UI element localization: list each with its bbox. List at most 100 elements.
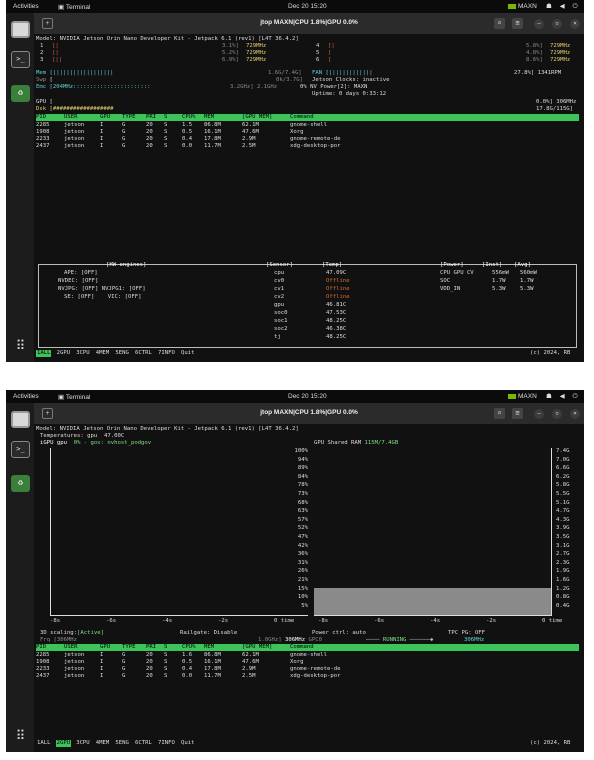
table-row[interactable]: 2233 jetson I G 20 S 0.4 17.8M 2.9M gnome-remote-… <box>36 666 579 673</box>
y-tick-label: 26% <box>297 568 308 575</box>
power-ctrl: Power ctrl: auto <box>312 630 366 636</box>
show-apps-icon[interactable]: ⠿ <box>11 338 30 355</box>
y-tick-label: 73% <box>297 491 308 497</box>
tab-all[interactable]: 1ALL <box>36 350 52 357</box>
search-button[interactable]: ⌕ <box>494 408 505 419</box>
system-tray-icons[interactable]: ☗ ◀ ⏻ <box>546 2 581 11</box>
power-title: [Power] <box>440 262 464 268</box>
tab-gpu[interactable]: 2GPU <box>56 350 71 357</box>
menu-button[interactable]: ≡ <box>512 18 523 29</box>
close-button[interactable]: × <box>570 19 580 29</box>
system-tray-icons[interactable]: ☗ ◀ ⏻ <box>546 392 581 401</box>
process-table-header[interactable]: PID USER GPU TYPE PRI S CPU% MEM [GPU MEM] Comman… <box>36 644 579 651</box>
y-tick-label: 6.2G <box>556 473 570 480</box>
table-row[interactable]: 2233 jetson I G 20 S 0.4 17.8M 2.9M gnome-remote-… <box>36 136 579 143</box>
table-row[interactable]: 2437 jetson I G 20 S 0.0 11.7M 2.5M xdg-desktop-p… <box>36 143 579 150</box>
column-header[interactable]: MEM <box>204 644 214 651</box>
show-apps-icon[interactable]: ⠿ <box>11 728 30 745</box>
tab-cpu[interactable]: 3CPU <box>75 350 90 357</box>
y-tick-label: 63% <box>297 508 308 515</box>
column-header[interactable]: CPU% <box>182 644 195 651</box>
column-header[interactable]: TYPE <box>122 114 135 121</box>
tab-all[interactable]: 1ALL <box>36 740 51 747</box>
minimize-button[interactable]: – <box>534 409 544 419</box>
terminal-icon[interactable]: >_ <box>11 441 30 458</box>
trash-icon[interactable]: ♻ <box>11 85 30 102</box>
column-header[interactable]: S <box>164 114 167 121</box>
minimize-button[interactable]: – <box>534 19 544 29</box>
terminal-icon[interactable]: >_ <box>11 51 30 68</box>
tab-gpu[interactable]: 2GPU <box>55 740 72 747</box>
tab-ctrl[interactable]: 6CTRL <box>134 740 153 747</box>
table-cell: jetson <box>64 659 85 665</box>
column-header[interactable]: PRI <box>146 114 156 121</box>
process-table-header[interactable]: PID USER GPU TYPE PRI S CPU% MEM [GPU MEM] Comman… <box>36 114 579 121</box>
close-button[interactable]: × <box>570 409 580 419</box>
column-header[interactable]: GPU <box>100 644 110 651</box>
table-row[interactable]: 1908 jetson I G 20 S 0.5 16.1M 47.6M Xorg <box>36 129 579 136</box>
tab-quit[interactable]: Quit <box>180 350 195 357</box>
clock[interactable]: Dec 20 15:20 <box>288 393 327 400</box>
tab-ctrl[interactable]: 6CTRL <box>134 350 153 357</box>
column-header[interactable]: Command <box>290 644 314 651</box>
tab-quit[interactable]: Quit <box>180 740 195 747</box>
table-cell: 17.8M <box>204 136 221 142</box>
activities-button[interactable]: Activities <box>13 3 39 10</box>
column-header[interactable]: USER <box>64 644 77 651</box>
column-header[interactable]: [GPU MEM] <box>242 114 272 121</box>
column-header[interactable]: PID <box>36 114 46 121</box>
emc-value: 3.2GHz] 2.1GHz <box>230 84 278 90</box>
files-icon[interactable] <box>11 21 30 38</box>
table-cell: 0.5 <box>182 129 193 135</box>
table-cell: Xorg <box>290 129 304 135</box>
tab-mem[interactable]: 4MEM <box>95 350 110 357</box>
column-header[interactable]: CPU% <box>182 114 195 121</box>
cpu-frequency: 729MHz <box>550 57 571 63</box>
activities-button[interactable]: Activities <box>13 393 39 400</box>
column-header[interactable]: Command <box>290 114 314 121</box>
nvidia-power-mode[interactable]: MAXN <box>508 3 537 10</box>
maximize-button[interactable]: ▫ <box>552 19 562 29</box>
column-header[interactable]: [GPU MEM] <box>242 644 272 651</box>
table-row[interactable]: 2285 jetson I G 20 S 1.6 86.8M 62.1M gnome-shell <box>36 652 579 659</box>
files-icon[interactable] <box>11 411 30 428</box>
table-cell: 2437 <box>36 673 50 679</box>
maximize-button[interactable]: ▫ <box>552 409 562 419</box>
railgate: Railgate: Disable <box>180 630 238 636</box>
sensor-temp: Offline <box>326 294 350 300</box>
y-tick-label: 42% <box>297 542 308 549</box>
terminal-app-menu[interactable]: ▣ Terminal <box>58 393 90 401</box>
tab-mem[interactable]: 4MEM <box>95 740 110 747</box>
column-header[interactable]: MEM <box>204 114 214 121</box>
menu-button[interactable]: ≡ <box>512 408 523 419</box>
table-row[interactable]: 1908 jetson I G 20 S 0.5 16.1M 47.6M Xorg <box>36 659 579 666</box>
table-cell: gnome-remote-de <box>290 666 341 672</box>
column-header[interactable]: GPU <box>100 114 110 121</box>
column-header[interactable]: S <box>164 644 167 651</box>
y-tick-label: 0.8G <box>556 594 570 601</box>
column-header[interactable]: PRI <box>146 644 156 651</box>
tab-cpu[interactable]: 3CPU <box>75 740 90 747</box>
table-cell: G <box>122 136 126 142</box>
column-header[interactable]: USER <box>64 114 77 121</box>
table-cell: 2.9M <box>242 136 256 142</box>
trash-icon[interactable]: ♻ <box>11 475 30 492</box>
search-button[interactable]: ⌕ <box>494 18 505 29</box>
x-tick-label: -8s <box>50 618 61 624</box>
nvidia-power-mode[interactable]: MAXN <box>508 393 537 400</box>
tab-eng[interactable]: 5ENG <box>114 740 129 747</box>
column-header[interactable]: TYPE <box>122 644 135 651</box>
clock[interactable]: Dec 20 15:20 <box>288 3 327 10</box>
terminal-app-menu[interactable]: ▣ Terminal <box>58 3 90 11</box>
table-row[interactable]: 2285 jetson I G 20 S 1.5 86.8M 62.1M gnome-shell <box>36 122 579 129</box>
table-cell: 20 <box>146 666 153 672</box>
table-row[interactable]: 2437 jetson I G 20 S 0.0 11.7M 2.5M xdg-desktop-p… <box>36 673 579 680</box>
tab-info[interactable]: 7INFO <box>157 350 176 357</box>
table-cell: gnome-shell <box>290 122 328 128</box>
tab-eng[interactable]: 5ENG <box>114 350 129 357</box>
table-cell: I <box>100 136 104 142</box>
jetson-clocks: Jetson Clocks: inactive <box>312 77 390 83</box>
tab-info[interactable]: 7INFO <box>157 740 176 747</box>
y-tick-label: 36% <box>297 551 308 558</box>
column-header[interactable]: PID <box>36 644 46 651</box>
